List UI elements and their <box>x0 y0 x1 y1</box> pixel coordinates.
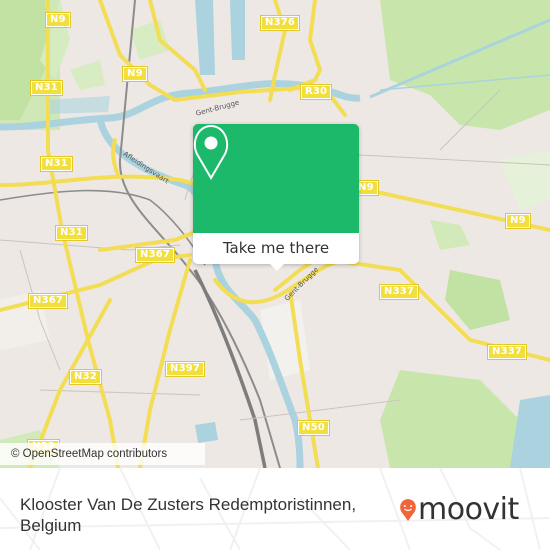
footer: Klooster Van De Zusters Redemptoristinne… <box>0 468 550 550</box>
road-shield-n9-west: N9 <box>122 66 148 82</box>
road-shield-n32-north: N32 <box>69 369 102 385</box>
take-me-there-button[interactable]: Take me there <box>193 233 359 264</box>
road-shield-n31-mid: N31 <box>40 156 73 172</box>
place-name-line1: Klooster Van De Zusters Redemptoristinne… <box>20 495 357 514</box>
road-shield-n397: N397 <box>164 361 206 377</box>
location-popup: Take me there <box>193 124 359 271</box>
popup-header[interactable] <box>193 124 359 233</box>
road-shield-n376: N376 <box>259 15 301 31</box>
road-shield-n9-east-b: N9 <box>505 213 531 229</box>
moovit-pin-icon <box>400 499 416 521</box>
map[interactable]: N9 N376 N9 N31 R30 N31 N31 N9 N9 N367 N3… <box>0 0 550 468</box>
road-shield-r30: R30 <box>299 84 333 100</box>
road-shield-n31-south: N31 <box>55 225 88 241</box>
popup-pointer <box>268 262 286 271</box>
map-attribution[interactable]: © OpenStreetMap contributors <box>0 443 205 465</box>
road-shield-n31-west: N31 <box>30 80 63 96</box>
road-shield-n367-west: N367 <box>27 293 69 309</box>
road-shield-n50: N50 <box>297 420 330 436</box>
map-pin-icon <box>193 124 229 180</box>
road-shield-n367-east: N367 <box>134 247 176 263</box>
place-name-line2: Belgium <box>20 516 82 535</box>
road-shield-n9-north: N9 <box>45 12 71 28</box>
road-shield-n337-a: N337 <box>378 284 420 300</box>
moovit-wordmark: moovit <box>418 492 519 527</box>
road-shield-n337-b: N337 <box>486 344 528 360</box>
place-name: Klooster Van De Zusters Redemptoristinne… <box>20 494 400 536</box>
